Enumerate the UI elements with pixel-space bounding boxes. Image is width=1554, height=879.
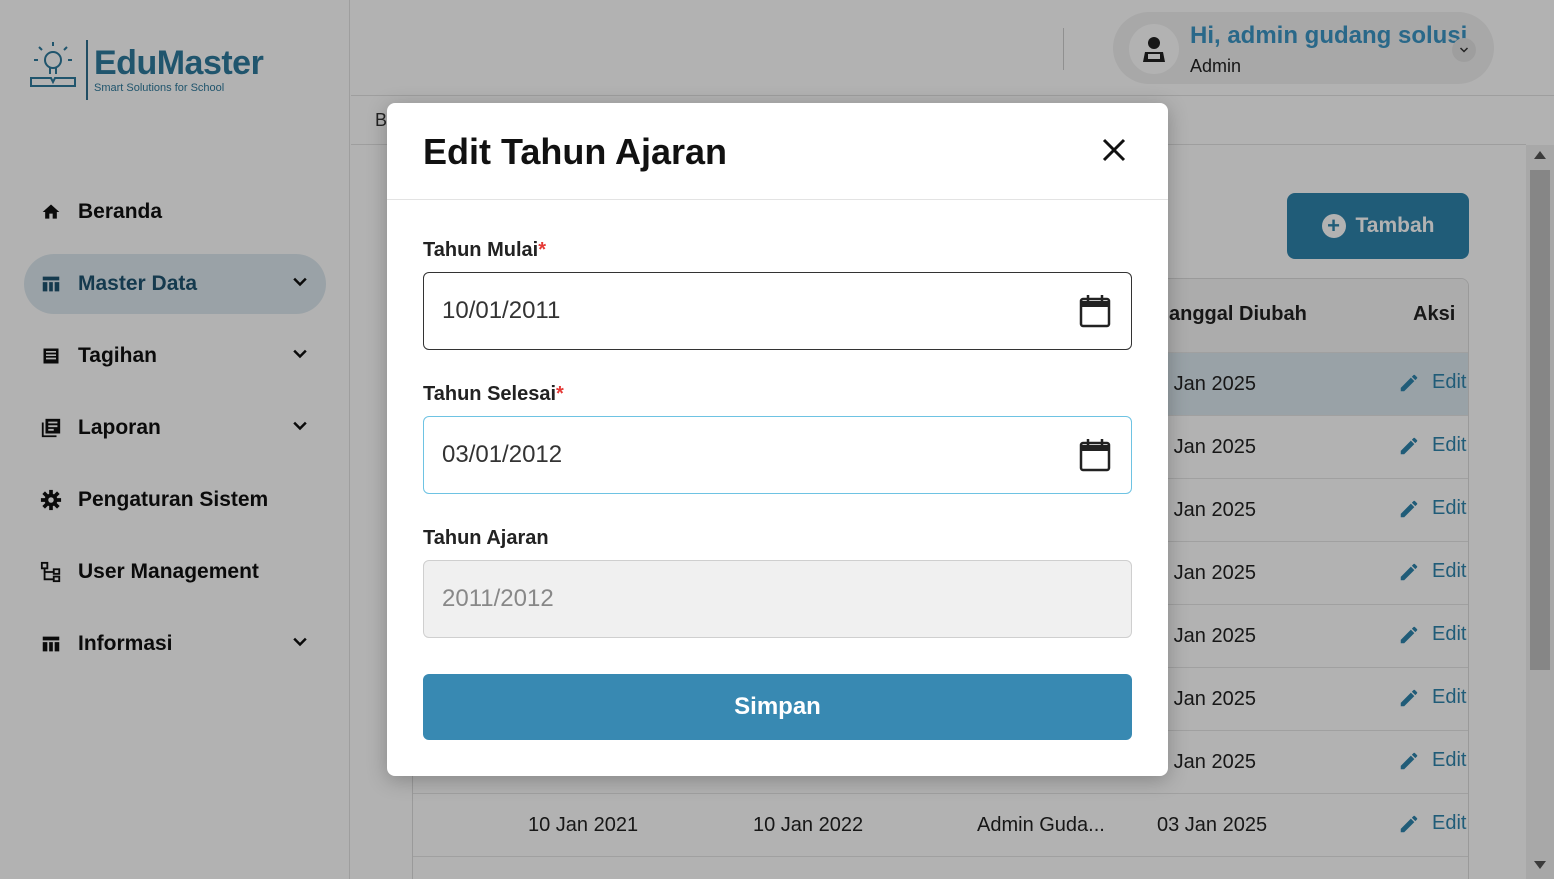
tahun-ajaran-label: Tahun Ajaran bbox=[423, 527, 549, 549]
required-mark: * bbox=[556, 383, 564, 405]
calendar-icon[interactable] bbox=[1078, 293, 1112, 329]
close-icon[interactable] bbox=[1099, 135, 1129, 165]
dialog-header: Edit Tahun Ajaran bbox=[387, 103, 1168, 200]
save-button[interactable]: Simpan bbox=[423, 674, 1132, 740]
dialog-title: Edit Tahun Ajaran bbox=[423, 131, 728, 172]
calendar-icon[interactable] bbox=[1078, 437, 1112, 473]
required-mark: * bbox=[538, 239, 546, 261]
tahun-ajaran-field: 2011/2012 bbox=[423, 560, 1132, 638]
tahun-selesai-value: 03/01/2012 bbox=[442, 441, 563, 468]
field-label-text: Tahun Mulai bbox=[423, 239, 539, 261]
tahun-mulai-date-input[interactable]: 10/01/2011 bbox=[423, 272, 1132, 350]
field-label-text: Tahun Selesai bbox=[423, 383, 557, 405]
edit-tahun-ajaran-dialog: Edit Tahun Ajaran Tahun Mulai* 10/01/201… bbox=[387, 103, 1168, 776]
tahun-selesai-label: Tahun Selesai* bbox=[423, 383, 564, 406]
tahun-mulai-label: Tahun Mulai* bbox=[423, 239, 546, 262]
tahun-mulai-value: 10/01/2011 bbox=[442, 297, 561, 324]
tahun-selesai-date-input[interactable]: 03/01/2012 bbox=[423, 416, 1132, 494]
tahun-ajaran-value: 2011/2012 bbox=[442, 585, 554, 612]
